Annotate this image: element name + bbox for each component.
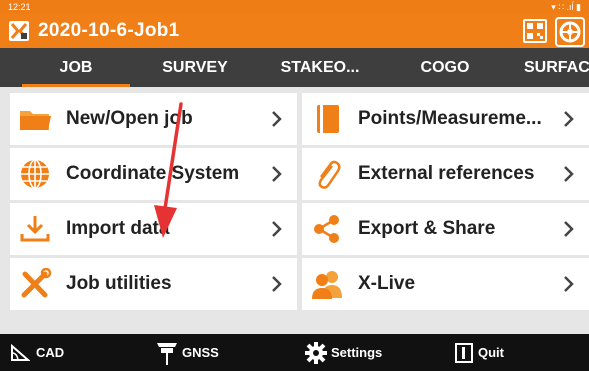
share-icon xyxy=(314,215,339,243)
gnss-label: GNSS xyxy=(182,345,219,360)
menu-item-new-open-job[interactable]: New/Open job xyxy=(10,93,297,145)
menu-item-label: Export & Share xyxy=(358,218,496,239)
menu-item-import-data[interactable]: Import data xyxy=(10,203,297,255)
tab-bar: JOB SURVEY STAKEO... COGO SURFAC xyxy=(0,48,589,87)
gnss-button[interactable]: GNSS xyxy=(150,334,240,371)
menu-item-external-references[interactable]: External references xyxy=(302,148,589,200)
menu-item-coordinate-system[interactable]: Coordinate System xyxy=(10,148,297,200)
menu-item-label: Import data xyxy=(66,218,170,239)
menu-item-label: Coordinate System xyxy=(66,163,240,184)
chevron-right-icon xyxy=(272,276,282,292)
quit-door-icon xyxy=(455,343,473,363)
cad-label: CAD xyxy=(36,345,65,360)
chevron-right-icon xyxy=(272,111,282,127)
chevron-right-icon xyxy=(564,276,574,292)
menu-item-label: New/Open job xyxy=(66,108,193,129)
settings-label: Settings xyxy=(331,345,383,360)
folder-icon xyxy=(20,111,51,130)
status-time: 12:21 xyxy=(8,2,31,12)
help-lifebuoy-button[interactable] xyxy=(555,17,585,47)
lifebuoy-icon xyxy=(559,21,581,43)
tab-job[interactable]: JOB xyxy=(22,48,130,87)
tools-icon xyxy=(21,268,52,298)
menu-item-job-utilities[interactable]: Job utilities xyxy=(10,258,297,310)
cad-angle-icon xyxy=(11,344,30,361)
menu-item-label: Points/Measureme... xyxy=(358,108,542,129)
tab-surface[interactable]: SURFAC xyxy=(524,48,589,87)
tab-cogo[interactable]: COGO xyxy=(400,48,490,87)
menu-item-points-measurements[interactable]: Points/Measureme... xyxy=(302,93,589,145)
app-logo-icon[interactable] xyxy=(9,21,29,41)
chevron-right-icon xyxy=(564,111,574,127)
points-book-icon xyxy=(317,105,339,133)
menu-item-label: Job utilities xyxy=(66,273,172,294)
status-bar: 12:21 ▾ ∷ .ıĺ ▮ xyxy=(0,0,589,14)
qr-code-icon xyxy=(527,23,543,39)
menu-item-label: X-Live xyxy=(358,273,416,294)
chevron-right-icon xyxy=(564,166,574,182)
menu-item-x-live[interactable]: X-Live xyxy=(302,258,589,310)
gear-icon xyxy=(305,342,327,364)
chevron-right-icon xyxy=(272,166,282,182)
status-icons: ▾ ∷ .ıĺ ▮ xyxy=(551,2,581,12)
bottom-bar: CAD GNSS Settings Quit xyxy=(0,334,589,371)
menu-item-label: External references xyxy=(358,163,535,184)
qr-code-button[interactable] xyxy=(523,19,547,43)
menu-item-export-share[interactable]: Export & Share xyxy=(302,203,589,255)
globe-icon xyxy=(21,159,49,189)
tab-survey[interactable]: SURVEY xyxy=(150,48,240,87)
job-title: 2020-10-6-Job1 xyxy=(38,20,180,41)
chevron-right-icon xyxy=(272,221,282,237)
gnss-antenna-icon xyxy=(157,343,177,365)
settings-button[interactable]: Settings xyxy=(300,334,400,371)
quit-button[interactable]: Quit xyxy=(450,334,530,371)
import-icon xyxy=(20,216,50,242)
title-bar: 2020-10-6-Job1 xyxy=(0,14,589,48)
tab-stakeout[interactable]: STAKEO... xyxy=(270,48,370,87)
chevron-right-icon xyxy=(564,221,574,237)
quit-label: Quit xyxy=(478,345,504,360)
users-icon xyxy=(312,271,342,299)
paperclip-icon xyxy=(318,160,341,189)
cad-button[interactable]: CAD xyxy=(0,334,90,371)
